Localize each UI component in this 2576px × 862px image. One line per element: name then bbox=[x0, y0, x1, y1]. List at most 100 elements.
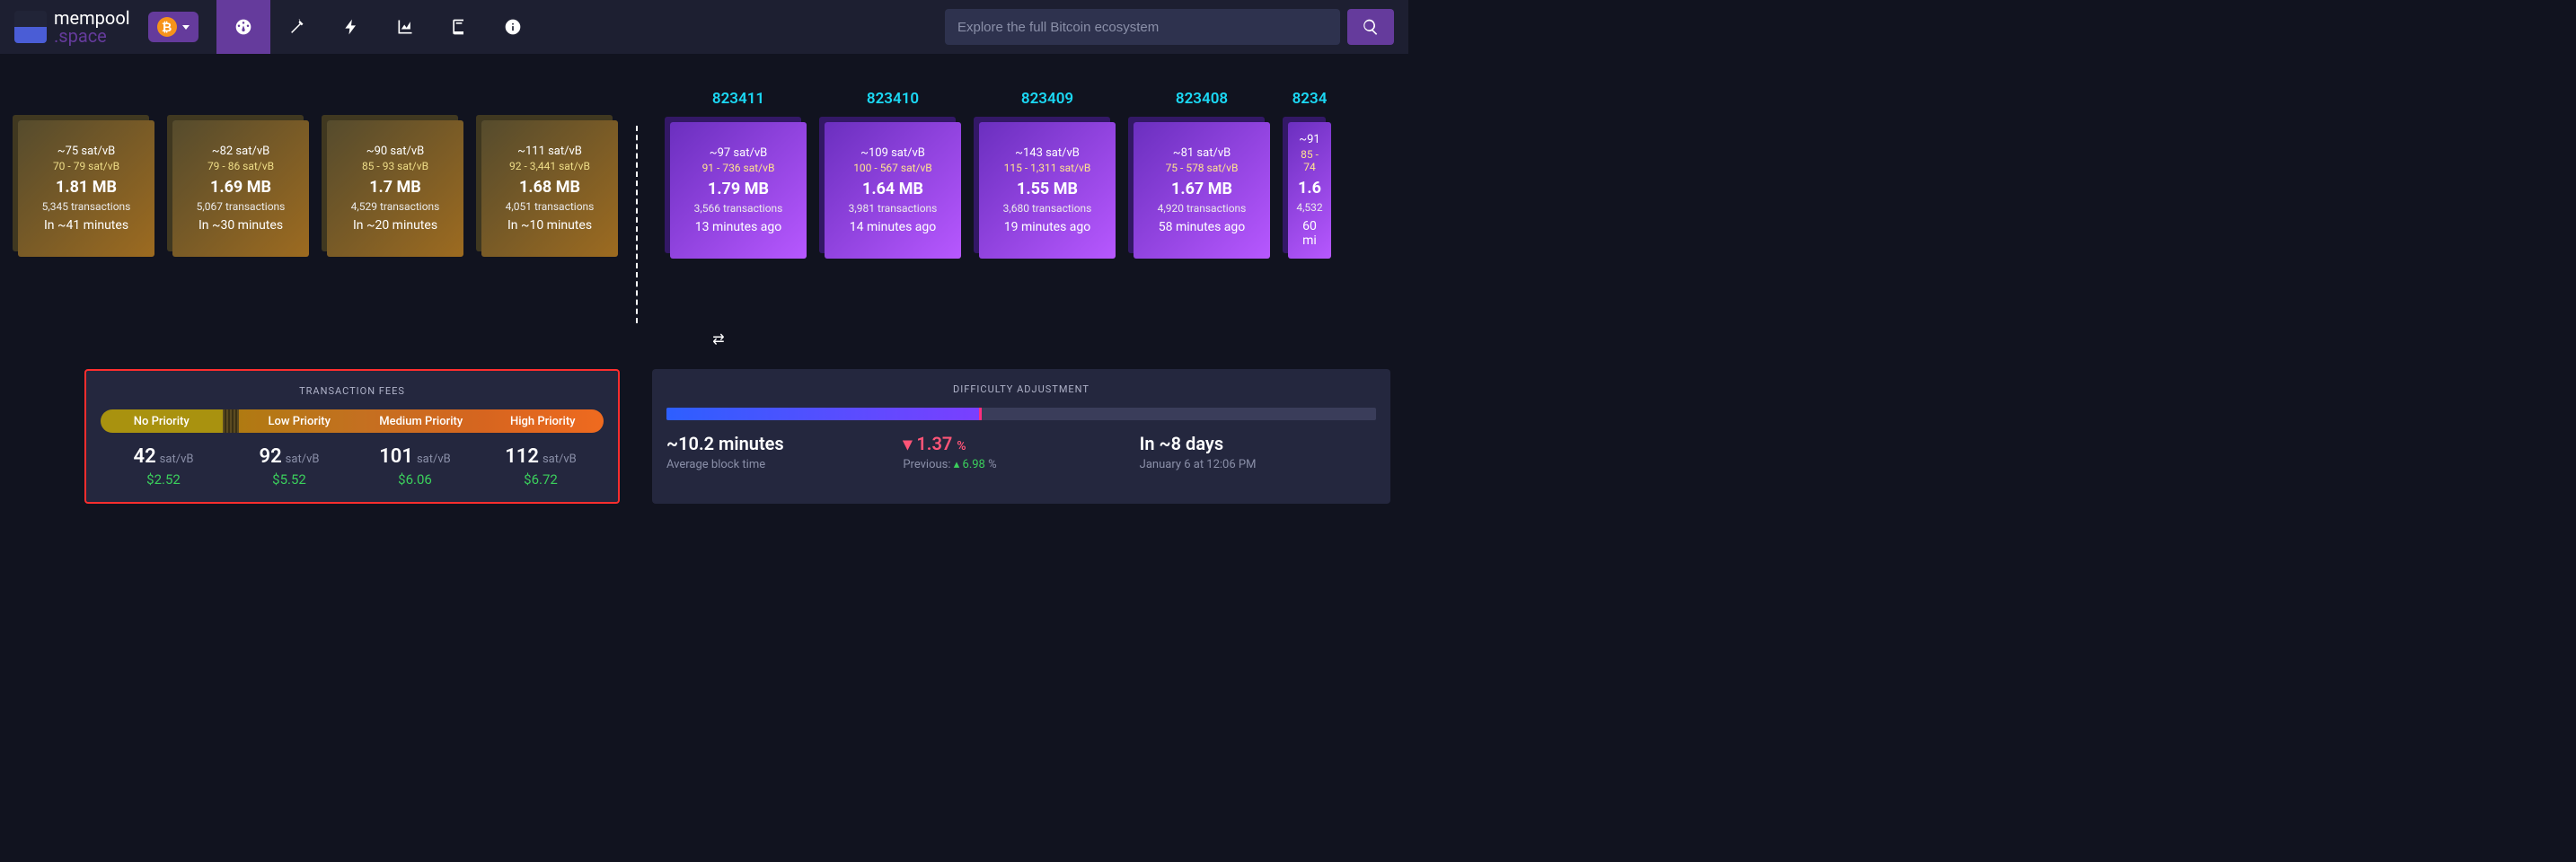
block-size: 1.69 MB bbox=[210, 178, 271, 197]
fee-tier-value: 42sat/vB $2.52 bbox=[101, 445, 226, 488]
tier-low-priority: Low Priority bbox=[239, 409, 361, 433]
mined-block[interactable]: 823411 ~97 sat/vB 91 - 736 sat/vB 1.79 M… bbox=[670, 90, 807, 259]
search-input[interactable] bbox=[945, 9, 1340, 45]
fee-range: 79 - 86 sat/vB bbox=[207, 160, 274, 172]
tier-gap bbox=[223, 409, 239, 433]
fee-rate: 101 bbox=[379, 445, 413, 468]
swap-icon[interactable]: ⇄ bbox=[710, 330, 728, 347]
tx-count: 5,067 transactions bbox=[197, 200, 286, 213]
eta-col: In ~8 days January 6 at 12:06 PM bbox=[1140, 433, 1376, 471]
search-icon bbox=[1362, 18, 1380, 36]
fee-median: ~91 bbox=[1299, 133, 1319, 146]
mined-blocks: 823411 ~97 sat/vB 91 - 736 sat/vB 1.79 M… bbox=[638, 90, 1331, 259]
fee-range: 91 - 736 sat/vB bbox=[702, 162, 775, 174]
brand-logo[interactable]: mempool .space bbox=[14, 9, 148, 45]
book-icon bbox=[450, 18, 468, 36]
chevron-down-icon bbox=[182, 25, 190, 30]
change-value: ▾ 1.37 % bbox=[903, 433, 1139, 454]
brand-top: mempool bbox=[54, 9, 130, 27]
lightning-tab[interactable] bbox=[324, 0, 378, 54]
block-height[interactable]: 823411 bbox=[712, 90, 764, 108]
tx-count: 4,051 transactions bbox=[506, 200, 595, 213]
fee-median: ~111 sat/vB bbox=[517, 145, 582, 158]
bolt-icon bbox=[342, 18, 360, 36]
block-size: 1.64 MB bbox=[862, 180, 923, 198]
fee-range: 70 - 79 sat/vB bbox=[53, 160, 119, 172]
mempool-block[interactable]: ~82 sat/vB 79 - 86 sat/vB 1.69 MB 5,067 … bbox=[172, 90, 309, 257]
tx-count: 4,920 transactions bbox=[1158, 202, 1247, 215]
navbar: mempool .space ₿ bbox=[0, 0, 1408, 54]
search-button[interactable] bbox=[1347, 9, 1394, 45]
about-tab[interactable] bbox=[486, 0, 540, 54]
mined-block[interactable]: 823409 ~143 sat/vB 115 - 1,311 sat/vB 1.… bbox=[979, 90, 1116, 259]
network-selector[interactable]: ₿ bbox=[148, 12, 198, 42]
nav-icons bbox=[216, 0, 540, 54]
mined-block[interactable]: 8234 ~91 85 - 74 1.6 4,532 60 mi bbox=[1288, 90, 1331, 259]
block-ago: 58 minutes ago bbox=[1159, 220, 1246, 234]
block-size: 1.81 MB bbox=[56, 178, 117, 197]
block-size: 1.68 MB bbox=[519, 178, 580, 197]
fee-unit: sat/vB bbox=[417, 453, 451, 466]
fee-values-row: 42sat/vB $2.5292sat/vB $5.52101sat/vB $6… bbox=[101, 445, 604, 488]
gauge-icon bbox=[234, 18, 252, 36]
change-col: ▾ 1.37 % Previous: ▴ 6.98 % bbox=[903, 433, 1139, 471]
dashboard-tab[interactable] bbox=[216, 0, 270, 54]
mined-block[interactable]: 823410 ~109 sat/vB 100 - 567 sat/vB 1.64… bbox=[825, 90, 961, 259]
eta-value: In ~8 days bbox=[1140, 433, 1376, 454]
mempool-block[interactable]: ~111 sat/vB 92 - 3,441 sat/vB 1.68 MB 4,… bbox=[481, 90, 618, 257]
brand-bottom: .space bbox=[54, 27, 130, 45]
block-size: 1.6 bbox=[1298, 179, 1321, 198]
fee-range: 100 - 567 sat/vB bbox=[853, 162, 932, 174]
previous-value: Previous: ▴ 6.98 % bbox=[903, 458, 1139, 471]
tx-count: 3,981 transactions bbox=[849, 202, 938, 215]
mempool-block[interactable]: ~90 sat/vB 85 - 93 sat/vB 1.7 MB 4,529 t… bbox=[327, 90, 463, 257]
mempool-block[interactable]: ~75 sat/vB 70 - 79 sat/vB 1.81 MB 5,345 … bbox=[18, 90, 154, 257]
block-ago: 60 mi bbox=[1295, 219, 1324, 248]
tx-count: 5,345 transactions bbox=[42, 200, 131, 213]
brand-text: mempool .space bbox=[54, 9, 130, 45]
mempool-logo-icon bbox=[14, 11, 47, 43]
hammer-icon bbox=[288, 18, 306, 36]
block-ago: 14 minutes ago bbox=[850, 220, 937, 234]
eta-date: January 6 at 12:06 PM bbox=[1140, 458, 1376, 471]
graphs-tab[interactable] bbox=[378, 0, 432, 54]
transaction-fees-panel: Transaction Fees No Priority Low Priorit… bbox=[84, 369, 620, 504]
difficulty-columns: ~10.2 minutes Average block time ▾ 1.37 … bbox=[666, 433, 1376, 471]
block-size: 1.67 MB bbox=[1171, 180, 1232, 198]
fee-range: 85 - 93 sat/vB bbox=[362, 160, 428, 172]
fee-range: 92 - 3,441 sat/vB bbox=[509, 160, 590, 172]
mined-block[interactable]: 823408 ~81 sat/vB 75 - 578 sat/vB 1.67 M… bbox=[1134, 90, 1270, 259]
fee-median: ~82 sat/vB bbox=[212, 145, 269, 158]
block-height[interactable]: 823410 bbox=[867, 90, 919, 108]
fee-tier-value: 101sat/vB $6.06 bbox=[352, 445, 478, 488]
block-eta: In ~30 minutes bbox=[198, 218, 283, 233]
block-height[interactable]: 823409 bbox=[1021, 90, 1073, 108]
mining-tab[interactable] bbox=[270, 0, 324, 54]
fee-tier-value: 92sat/vB $5.52 bbox=[226, 445, 352, 488]
fee-rate: 92 bbox=[260, 445, 282, 468]
fee-usd: $6.72 bbox=[478, 471, 604, 488]
fee-tiers-bar: No Priority Low Priority Medium Priority… bbox=[101, 409, 604, 433]
block-height[interactable]: 8234 bbox=[1292, 90, 1328, 108]
block-ago: 19 minutes ago bbox=[1004, 220, 1091, 234]
tier-high-priority: High Priority bbox=[482, 409, 604, 433]
block-height[interactable]: 823408 bbox=[1176, 90, 1228, 108]
fee-median: ~97 sat/vB bbox=[710, 146, 767, 160]
tx-count: 4,532 bbox=[1296, 201, 1322, 214]
tier-no-priority: No Priority bbox=[101, 409, 223, 433]
block-size: 1.7 MB bbox=[369, 178, 421, 197]
difficulty-progress-bar bbox=[666, 408, 1376, 420]
tier-medium-priority: Medium Priority bbox=[360, 409, 482, 433]
difficulty-marker bbox=[979, 408, 982, 420]
block-ago: 13 minutes ago bbox=[695, 220, 782, 234]
fee-unit: sat/vB bbox=[286, 453, 320, 466]
block-eta: In ~20 minutes bbox=[353, 218, 437, 233]
block-time-label: Average block time bbox=[666, 458, 903, 471]
docs-tab[interactable] bbox=[432, 0, 486, 54]
fee-rate: 112 bbox=[505, 445, 539, 468]
block-time-value: ~10.2 minutes bbox=[666, 433, 903, 454]
info-icon bbox=[504, 18, 522, 36]
fee-unit: sat/vB bbox=[160, 453, 194, 466]
difficulty-fill bbox=[666, 408, 979, 420]
fee-median: ~81 sat/vB bbox=[1173, 146, 1231, 160]
